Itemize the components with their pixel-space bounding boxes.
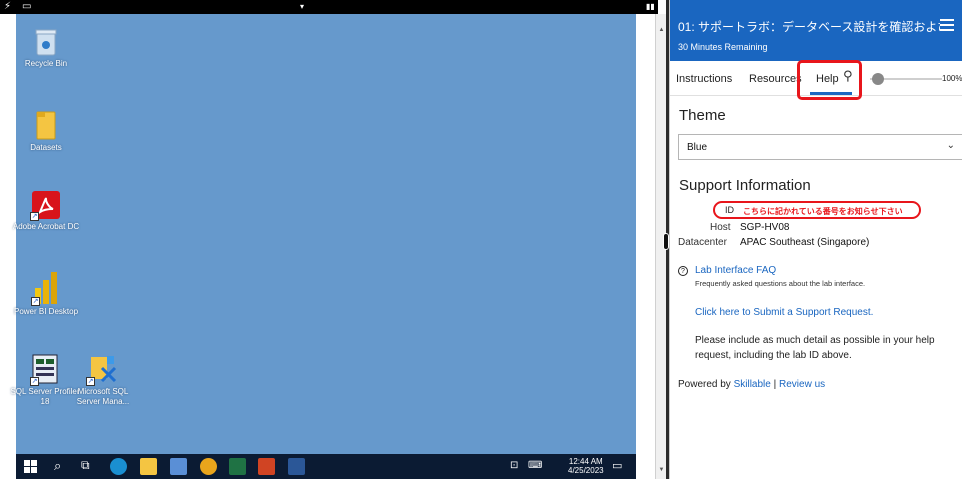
sql-tool-icon[interactable] xyxy=(170,458,187,475)
windows-start-icon[interactable] xyxy=(24,460,37,473)
id-annotation: こちらに記かれている番号をお知らせ下さい xyxy=(743,207,903,216)
chevron-down-icon: ⌄ xyxy=(946,140,955,151)
task-view-icon[interactable]: ⧉ xyxy=(81,458,90,473)
tray-time: 12:44 AM xyxy=(568,457,603,466)
vm-status-bar: ⚡ ▭ ▾ ▮▮ xyxy=(0,0,658,14)
datacenter-value: APAC Southeast (Singapore) xyxy=(740,237,870,248)
datacenter-label: Datacenter xyxy=(678,237,727,248)
network-icon[interactable]: ⊡ xyxy=(510,460,518,471)
desktop-icon-label: Adobe Acrobat DC xyxy=(12,222,80,231)
theme-select[interactable]: Blue ⌄ xyxy=(678,134,962,160)
desktop-icon-power-bi[interactable]: ↗ Power BI Desktop xyxy=(11,272,81,317)
desktop-icon-sql-management-studio[interactable]: ↗ Microsoft SQL Server Mana... xyxy=(68,354,138,407)
monitor-icon[interactable]: ▭ xyxy=(22,1,31,13)
desktop-icon-label: Microsoft SQL Server Mana... xyxy=(76,387,130,406)
question-icon: ? xyxy=(678,266,688,276)
notification-icon[interactable]: ▭ xyxy=(612,459,622,472)
word-icon[interactable] xyxy=(288,458,305,475)
faq-link[interactable]: Lab Interface FAQ xyxy=(695,265,776,276)
powered-by-separator: | xyxy=(773,379,777,390)
tray-date: 4/25/2023 xyxy=(568,466,604,475)
tab-resources[interactable]: Resources xyxy=(749,73,802,85)
chrome-icon[interactable] xyxy=(200,458,217,475)
tab-instructions[interactable]: Instructions xyxy=(676,73,732,85)
sql-profiler-icon: ↗ xyxy=(30,354,58,386)
desktop-icon-label: Power BI Desktop xyxy=(13,307,79,316)
recycle-bin-icon xyxy=(35,28,57,56)
skillable-link[interactable]: Skillable xyxy=(734,379,771,390)
powered-by-prefix: Powered by xyxy=(678,379,731,390)
folder-icon xyxy=(35,110,57,140)
powered-by: Powered by Skillable | Review us xyxy=(678,379,825,390)
vm-desktop[interactable]: Recycle Bin Datasets ↗ Adobe Acrobat DC xyxy=(10,14,636,454)
review-us-link[interactable]: Review us xyxy=(779,379,825,390)
desktop-icon-recycle-bin[interactable]: Recycle Bin xyxy=(11,28,81,69)
host-label: Host xyxy=(710,222,731,233)
panel-header: 01: サポートラボ：データベース設計を確認および理 30 Minutes Re… xyxy=(670,0,962,61)
help-tab-highlight xyxy=(797,60,862,100)
host-value: SGP-HV08 xyxy=(740,222,790,233)
desktop-icon-label: Recycle Bin xyxy=(24,59,68,68)
search-icon[interactable]: ⌕ xyxy=(54,458,61,474)
vm-taskbar: ⌕ ⧉ ⊡ ⌨ 12:44 AM 4/25/2023 ▭ xyxy=(16,454,636,479)
shortcut-arrow-icon: ↗ xyxy=(30,377,39,386)
ssms-icon: ↗ xyxy=(86,354,118,386)
desktop-icon-datasets[interactable]: Datasets xyxy=(11,110,81,153)
powerpoint-icon[interactable] xyxy=(258,458,275,475)
zoom-slider-thumb[interactable] xyxy=(872,73,884,85)
pin-icon[interactable]: ⚡ xyxy=(4,1,11,13)
support-heading: Support Information xyxy=(679,177,811,194)
file-explorer-icon[interactable] xyxy=(140,458,157,475)
theme-selected-value: Blue xyxy=(687,142,708,153)
zoom-level: 100% xyxy=(942,74,962,83)
support-detail-text: Please include as much detail as possibl… xyxy=(695,335,935,361)
tray-clock[interactable]: 12:44 AM 4/25/2023 xyxy=(568,457,604,475)
faq-description: Frequently asked questions about the lab… xyxy=(695,279,866,288)
hamburger-menu-icon[interactable] xyxy=(940,19,954,31)
shortcut-arrow-icon: ↗ xyxy=(30,212,39,221)
keyboard-icon[interactable]: ⌨ xyxy=(528,460,542,471)
support-request-link[interactable]: Click here to Submit a Support Request. xyxy=(695,307,873,318)
scroll-up-icon[interactable]: ▲ xyxy=(657,26,666,35)
lab-side-panel: 01: サポートラボ：データベース設計を確認および理 30 Minutes Re… xyxy=(669,0,962,479)
desktop-icon-label: Datasets xyxy=(30,143,62,152)
edge-icon[interactable] xyxy=(110,458,127,475)
lab-title: 01: サポートラボ：データベース設計を確認および理 xyxy=(678,20,940,34)
time-remaining: 30 Minutes Remaining xyxy=(678,42,768,52)
theme-heading: Theme xyxy=(679,107,726,124)
scroll-down-icon[interactable]: ▼ xyxy=(657,466,666,475)
id-label: ID xyxy=(725,205,734,215)
power-bi-icon: ↗ xyxy=(31,272,59,306)
pointer-icon: ▾ xyxy=(300,2,305,11)
shortcut-arrow-icon: ↗ xyxy=(86,377,95,386)
excel-icon[interactable] xyxy=(229,458,246,475)
desktop-icon-adobe-acrobat[interactable]: ↗ Adobe Acrobat DC xyxy=(11,191,81,232)
signal-icon: ▮▮ xyxy=(646,2,655,11)
shortcut-arrow-icon: ↗ xyxy=(31,297,40,306)
vm-viewport[interactable]: ⚡ ▭ ▾ ▮▮ Recycle Bin Datasets ↗ Adobe Ac… xyxy=(0,0,666,479)
acrobat-icon: ↗ xyxy=(30,191,60,221)
